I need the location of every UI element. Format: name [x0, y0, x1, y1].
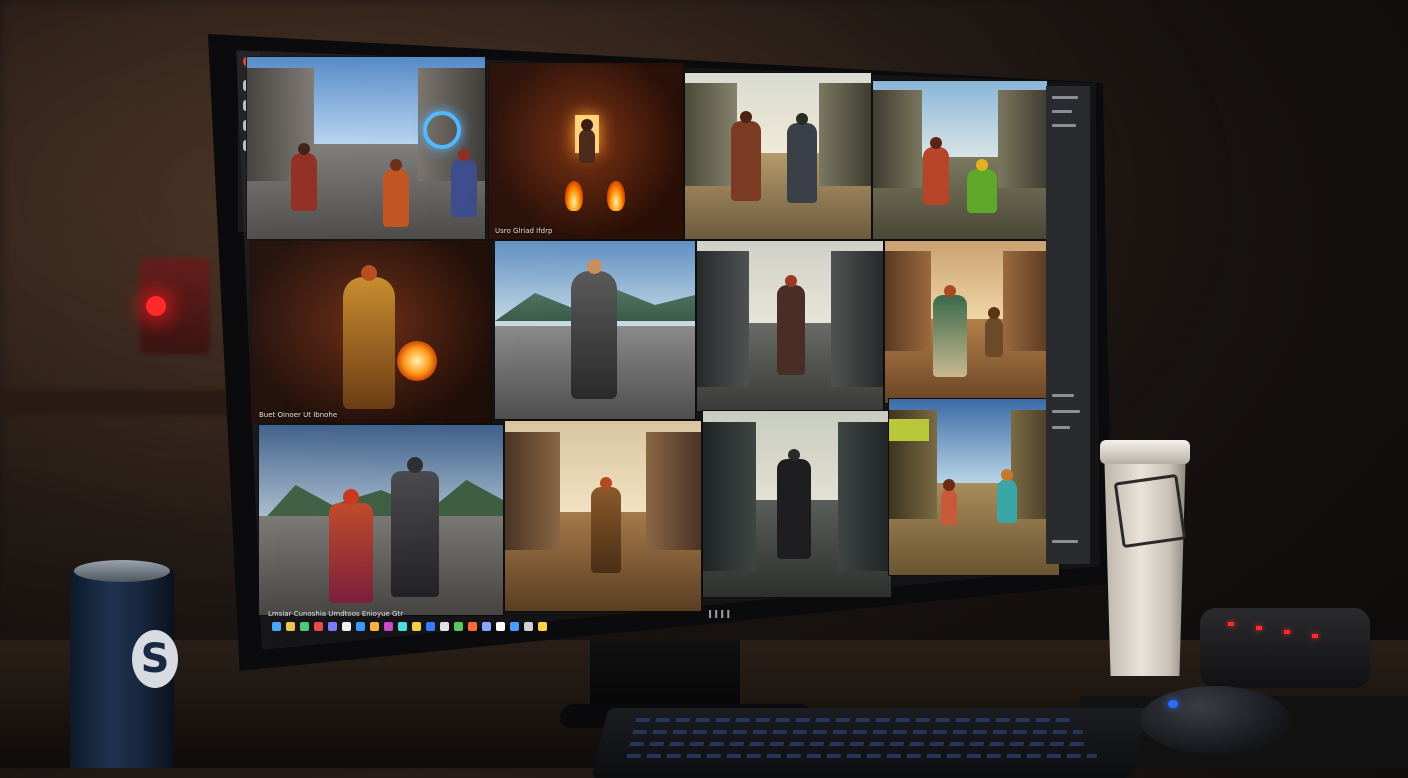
taskbar-app-icon[interactable] [412, 622, 421, 631]
character [933, 285, 967, 377]
image-tile[interactable] [504, 420, 702, 612]
router [1200, 608, 1370, 688]
panel-line [1052, 410, 1080, 413]
taskbar-text: Lmsiar Cunoshia Umdtoos Enioyue Gtr [268, 610, 404, 618]
image-tile[interactable] [872, 80, 1048, 240]
taskbar-app-icon[interactable] [300, 622, 309, 631]
properties-panel [1046, 86, 1090, 564]
fire-icon [607, 181, 625, 211]
router-led [1284, 630, 1290, 634]
character [997, 469, 1017, 523]
image-tile[interactable] [684, 72, 872, 240]
magic-portal-icon [423, 111, 461, 149]
taskbar-app-icon[interactable] [426, 622, 435, 631]
image-tile[interactable] [696, 240, 884, 412]
taskbar-app-icon[interactable] [384, 622, 393, 631]
drink-can-top [74, 560, 170, 582]
taskbar-app-icon[interactable] [440, 622, 449, 631]
drink-can-logo: S [132, 630, 178, 688]
character [383, 159, 409, 227]
panel-line [1052, 540, 1078, 543]
panel-line [1052, 426, 1070, 429]
router-led [1228, 622, 1234, 626]
taskbar-app-icon[interactable] [454, 622, 463, 631]
taskbar-app-icon[interactable] [314, 622, 323, 631]
image-tile[interactable] [888, 398, 1060, 576]
taskbar-app-icon[interactable] [370, 622, 379, 631]
router-led [1256, 626, 1262, 630]
coffee-cup-logo [1113, 473, 1187, 549]
character [787, 113, 817, 203]
monitor-brand-logo: IIII [708, 608, 733, 621]
taskbar-app-icon[interactable] [496, 622, 505, 631]
taskbar-app-icon[interactable] [482, 622, 491, 631]
router-led [1312, 634, 1318, 638]
taskbar-app-icon[interactable] [328, 622, 337, 631]
background-shelf [0, 390, 240, 416]
image-tile[interactable]: Usro Glriad Ifdrp [488, 62, 684, 240]
image-tile[interactable] [702, 410, 892, 598]
taskbar-app-icon[interactable] [398, 622, 407, 631]
mouse-led [1168, 700, 1178, 708]
panel-line [1052, 394, 1074, 397]
red-light [146, 296, 166, 316]
coffee-cup-lid [1100, 440, 1190, 464]
character [967, 159, 997, 213]
tile-caption: Buet Oinoer Ut Ibnohe [259, 411, 338, 419]
character [571, 259, 617, 399]
image-tile[interactable] [258, 424, 504, 616]
image-tile[interactable]: Buet Oinoer Ut Ibnohe [250, 240, 492, 424]
mouse[interactable] [1140, 686, 1290, 754]
taskbar-app-icon[interactable] [510, 622, 519, 631]
character [291, 143, 317, 211]
fire-orb-icon [397, 341, 437, 381]
character [343, 265, 395, 409]
panel-line [1052, 110, 1072, 113]
image-tile[interactable] [246, 56, 486, 240]
character [579, 119, 595, 163]
start-icon[interactable] [272, 622, 281, 631]
image-tile[interactable] [494, 240, 696, 420]
image-tile[interactable] [884, 240, 1050, 404]
character [329, 489, 373, 603]
tile-caption: Usro Glriad Ifdrp [495, 227, 553, 235]
character [731, 111, 761, 201]
character [591, 477, 621, 573]
taskbar-app-icon[interactable] [342, 622, 351, 631]
taskbar-app-icon[interactable] [468, 622, 477, 631]
character [451, 149, 477, 217]
character [777, 275, 805, 375]
character [941, 479, 957, 525]
character [923, 137, 949, 205]
character [985, 307, 1003, 357]
taskbar-app-icon[interactable] [524, 622, 533, 631]
character [777, 449, 811, 559]
taskbar-app-icon[interactable] [286, 622, 295, 631]
panel-line [1052, 124, 1076, 127]
taskbar-app-icon[interactable] [538, 622, 547, 631]
taskbar-app-icon[interactable] [356, 622, 365, 631]
fire-icon [565, 181, 583, 211]
panel-line [1052, 96, 1078, 99]
character [391, 457, 439, 597]
